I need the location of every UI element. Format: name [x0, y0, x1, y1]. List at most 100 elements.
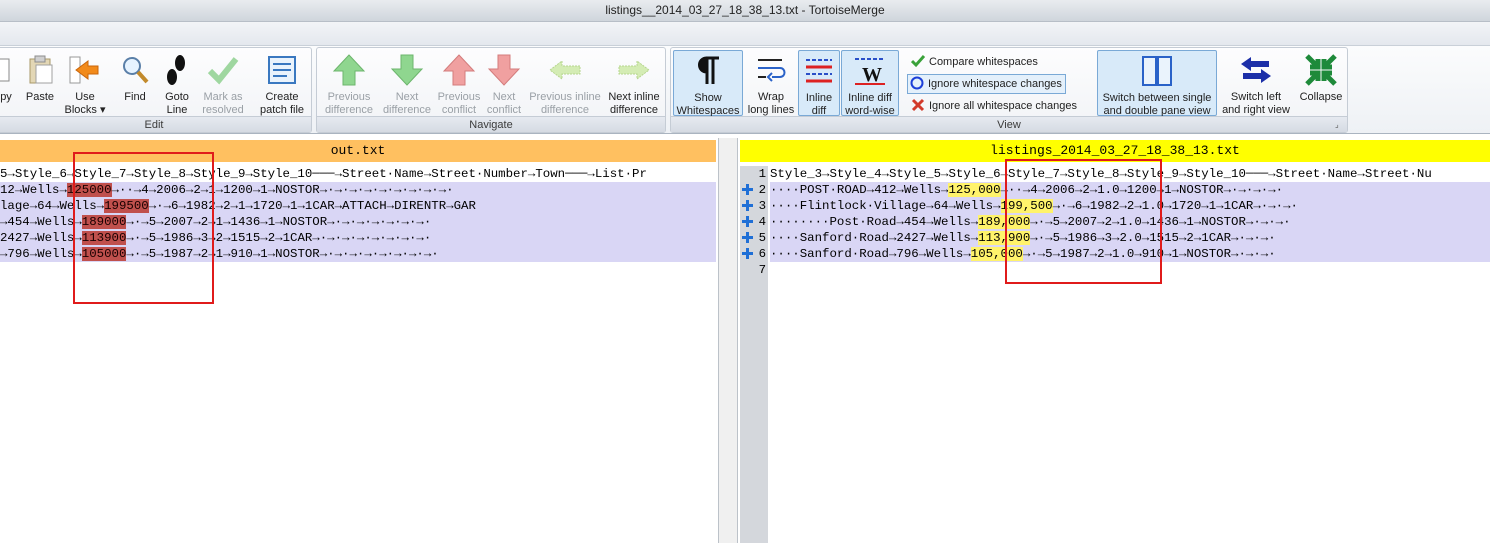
previous-inline-difference-label: Previous inline difference [529, 91, 601, 116]
checkmark-icon [207, 57, 239, 85]
use-blocks-label: Use Blocks ▾ [64, 91, 106, 116]
paste-button[interactable]: Paste [21, 50, 59, 116]
line-number-text: 4 [758, 215, 766, 229]
arrow-down-red-icon [487, 54, 521, 86]
ignore-all-whitespace-label: Ignore all whitespace changes [929, 100, 1077, 112]
switch-single-double-label: Switch between single and double pane vi… [1102, 92, 1212, 117]
previous-difference-button[interactable]: Previous difference [321, 50, 377, 116]
show-whitespaces-label: Show Whitespaces [676, 92, 740, 117]
dialog-launcher-icon[interactable]: ⌟ [1335, 120, 1345, 130]
ribbon-group-view: Show Whitespaces Wrap long lines Inline … [670, 47, 1348, 133]
inline-diff-word-icon: W [855, 58, 885, 86]
wrap-long-lines-label: Wrap long lines [747, 91, 795, 116]
line-text: →454→Wells→ [0, 215, 82, 229]
red-x-icon [911, 98, 925, 112]
paste-label: Paste [25, 91, 55, 103]
footprints-icon [167, 55, 185, 85]
pane-splitter[interactable] [718, 138, 738, 543]
ribbon-group-label-navigate: Navigate [317, 116, 665, 132]
previous-inline-difference-button[interactable]: Previous inline difference [525, 50, 605, 116]
line-text: ····Flintlock·Village→64→Wells→ [770, 199, 1001, 213]
line-number: 1 [740, 166, 768, 182]
inline-diff-label: Inline diff [805, 92, 833, 117]
window-title-bar: listings__2014_03_27_18_38_13.txt - Tort… [0, 0, 1490, 22]
compare-whitespaces-button[interactable]: Compare whitespaces [909, 53, 1041, 73]
line-number-text: 6 [758, 247, 766, 261]
goto-line-label: Goto Line [165, 91, 189, 116]
line-number: 6 [740, 246, 768, 262]
ignore-all-whitespace-button[interactable]: Ignore all whitespace changes [909, 97, 1080, 117]
copy-label: py [0, 91, 12, 103]
line-number-text: 5 [758, 231, 766, 245]
wrap-long-lines-button[interactable]: Wrap long lines [745, 50, 797, 116]
ribbon-group-edit: py Paste Use Blocks ▾ Find Goto Line Mar… [0, 47, 312, 133]
line-number: 4 [740, 214, 768, 230]
arrow-up-red-icon [442, 54, 476, 86]
copy-button[interactable]: py [0, 50, 15, 116]
next-inline-difference-button[interactable]: Next inline difference [601, 50, 667, 116]
previous-conflict-button[interactable]: Previous conflict [435, 50, 483, 116]
next-conflict-button[interactable]: Next conflict [481, 50, 527, 116]
find-label: Find [124, 91, 146, 103]
line-number-gutter: 1 2 3 4 5 6 7 [740, 166, 768, 543]
ignore-whitespace-changes-button[interactable]: Ignore whitespace changes [907, 74, 1066, 94]
collapse-button[interactable]: Collapse [1295, 50, 1347, 116]
next-inline-difference-label: Next inline difference [608, 91, 660, 116]
line-text: 2427→Wells→ [0, 231, 82, 245]
find-button[interactable]: Find [117, 50, 153, 116]
create-patch-button[interactable]: Create patch file [255, 50, 309, 116]
switch-single-double-pane-button[interactable]: Switch between single and double pane vi… [1097, 50, 1217, 117]
mark-resolved-button[interactable]: Mark as resolved [199, 50, 247, 116]
line-text: ········Post·Road→454→Wells→ [770, 215, 979, 229]
swap-arrows-icon [1241, 57, 1271, 83]
line-number: 7 [740, 262, 768, 278]
ignore-whitespace-changes-label: Ignore whitespace changes [928, 78, 1062, 90]
previous-difference-label: Previous difference [324, 91, 374, 116]
inline-diff-button[interactable]: Inline diff [798, 50, 840, 117]
added-line-plus-icon [742, 184, 753, 195]
line-text: 12→Wells→ [0, 183, 67, 197]
annotation-box-right [1005, 159, 1162, 284]
line-number-text: 7 [758, 263, 766, 277]
line-text: ····Sanford·Road→2427→Wells→ [770, 231, 979, 245]
next-conflict-label: Next conflict [486, 91, 522, 116]
line-number: 3 [740, 198, 768, 214]
switch-left-right-button[interactable]: Switch left and right view [1219, 50, 1293, 116]
added-line-plus-icon [742, 248, 753, 259]
next-difference-button[interactable]: Next difference [379, 50, 435, 116]
line-number: 5 [740, 230, 768, 246]
arrow-up-green-icon [332, 54, 366, 86]
compare-whitespaces-label: Compare whitespaces [929, 56, 1038, 68]
inline-diff-word-wise-button[interactable]: W Inline diff word-wise [841, 50, 899, 117]
use-blocks-button[interactable]: Use Blocks ▾ [63, 50, 107, 116]
patch-file-icon [268, 56, 296, 84]
two-pane-icon [1142, 56, 1172, 86]
next-difference-label: Next difference [382, 91, 432, 116]
wrap-lines-icon [758, 59, 786, 82]
mark-resolved-label: Mark as resolved [202, 91, 244, 116]
line-number: 2 [740, 182, 768, 198]
window-title: listings__2014_03_27_18_38_13.txt - Tort… [605, 3, 885, 17]
added-line-plus-icon [742, 232, 753, 243]
inline-diff-word-wise-label: Inline diff word-wise [845, 92, 895, 117]
right-pane-title: listings_2014_03_27_18_38_13.txt [990, 143, 1240, 158]
use-blocks-icon [69, 56, 99, 84]
ribbon: py Paste Use Blocks ▾ Find Goto Line Mar… [0, 46, 1490, 134]
ribbon-group-label-view: View [671, 116, 1347, 132]
left-pane-title: out.txt [330, 143, 386, 158]
magnifier-icon [123, 57, 149, 84]
ribbon-group-label-edit: Edit [0, 116, 311, 132]
goto-line-button[interactable]: Goto Line [157, 50, 197, 116]
blue-circle-icon [910, 76, 924, 90]
quick-access-bar [0, 22, 1490, 46]
line-number-text: 1 [758, 167, 766, 181]
svg-text:W: W [862, 64, 882, 86]
line-number-text: 2 [758, 183, 766, 197]
added-line-plus-icon [742, 200, 753, 211]
collapse-label: Collapse [1299, 91, 1343, 103]
line-text: ····POST·ROAD→412→Wells→ [770, 183, 949, 197]
show-whitespaces-button[interactable]: Show Whitespaces [673, 50, 743, 117]
switch-left-right-label: Switch left and right view [1222, 91, 1290, 116]
inline-diff-icon [806, 59, 832, 83]
arrow-down-green-icon [390, 54, 424, 86]
